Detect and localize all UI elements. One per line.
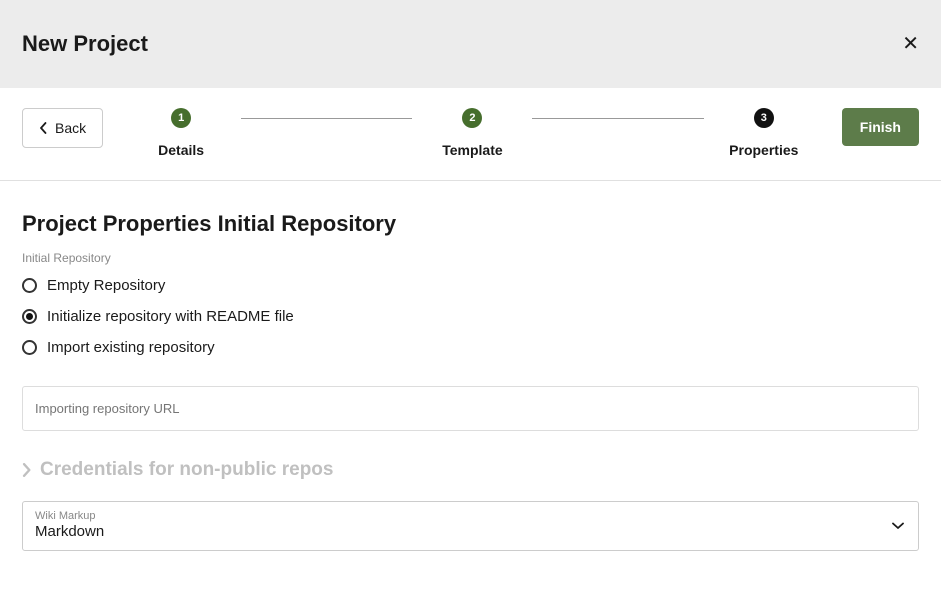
radio-icon — [22, 309, 37, 324]
step-label: Properties — [729, 142, 798, 158]
radio-label: Initialize repository with README file — [47, 308, 294, 325]
step-details[interactable]: 1 Details — [121, 108, 241, 158]
credentials-heading: Credentials for non-public repos — [40, 459, 333, 481]
step-template[interactable]: 2 Template — [412, 108, 532, 158]
step-properties[interactable]: 3 Properties — [704, 108, 824, 158]
stepper: 1 Details 2 Template 3 Properties — [121, 108, 824, 158]
radio-label: Empty Repository — [47, 277, 165, 294]
step-number: 3 — [754, 108, 774, 128]
select-label: Wiki Markup — [35, 510, 906, 522]
credentials-toggle[interactable]: Credentials for non-public repos — [22, 459, 919, 481]
close-button[interactable]: ✕ — [902, 34, 919, 54]
radio-import-existing[interactable]: Import existing repository — [22, 339, 919, 356]
chevron-right-icon — [22, 463, 32, 477]
select-value: Markdown — [35, 523, 906, 540]
step-connector — [532, 118, 703, 119]
import-url-input[interactable] — [22, 386, 919, 431]
radio-icon — [22, 340, 37, 355]
wiki-markup-select[interactable]: Wiki Markup Markdown — [22, 501, 919, 551]
back-label: Back — [55, 120, 86, 136]
step-connector — [241, 118, 412, 119]
caret-down-icon — [892, 517, 904, 535]
initial-repo-radio-group: Empty Repository Initialize repository w… — [22, 277, 919, 356]
stepper-row: Back 1 Details 2 Template 3 Properties F… — [0, 88, 941, 181]
step-number: 1 — [171, 108, 191, 128]
page-heading: Project Properties Initial Repository — [22, 211, 919, 237]
finish-button[interactable]: Finish — [842, 108, 919, 146]
radio-empty-repository[interactable]: Empty Repository — [22, 277, 919, 294]
back-button[interactable]: Back — [22, 108, 103, 148]
step-number: 2 — [462, 108, 482, 128]
section-label: Initial Repository — [22, 251, 919, 265]
dialog-header: New Project ✕ — [0, 0, 941, 88]
main-content: Project Properties Initial Repository In… — [0, 181, 941, 573]
chevron-left-icon — [39, 122, 47, 134]
step-label: Details — [158, 142, 204, 158]
radio-label: Import existing repository — [47, 339, 215, 356]
radio-initialize-readme[interactable]: Initialize repository with README file — [22, 308, 919, 325]
radio-icon — [22, 278, 37, 293]
dialog-title: New Project — [22, 31, 148, 57]
close-icon: ✕ — [902, 33, 919, 55]
step-label: Template — [442, 142, 502, 158]
